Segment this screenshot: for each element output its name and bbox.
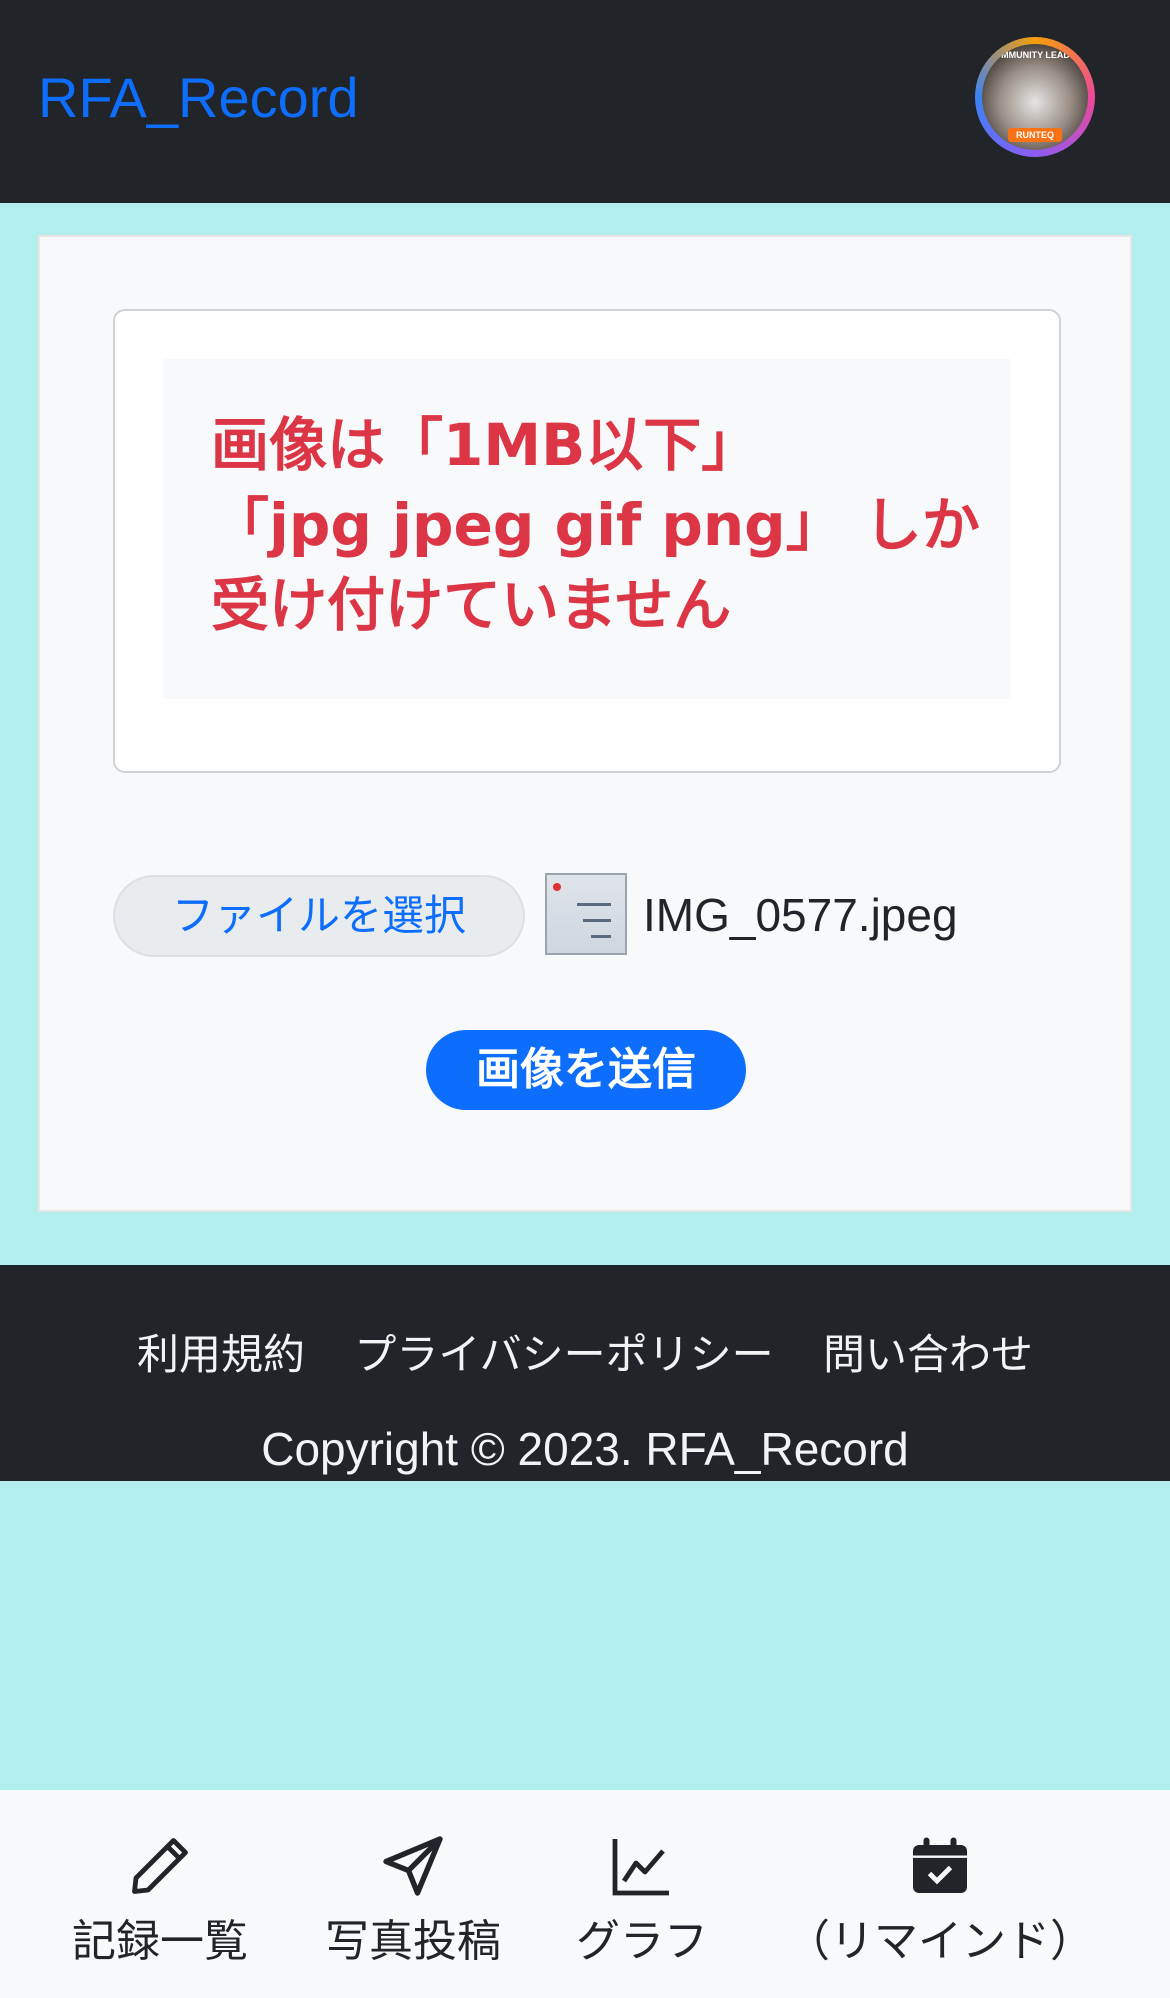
thumbnail-dot — [553, 883, 561, 891]
calendar-check-icon — [913, 1837, 967, 1893]
selected-image-thumbnail — [545, 873, 627, 955]
copyright-text: Copyright © 2023. RFA_Record — [261, 1423, 909, 1475]
notice-message: 画像は「1MB以下」 「jpg jpeg gif png」 しか 受け付けていま… — [163, 359, 1011, 699]
nav-label-photo-post: 写真投稿 — [325, 1916, 501, 1967]
file-input-row: ファイルを選択 IMG_0577.jpeg — [113, 873, 1073, 957]
send-icon — [383, 1836, 443, 1896]
upload-card: 画像は「1MB以下」 「jpg jpeg gif png」 しか 受け付けていま… — [38, 235, 1132, 1212]
choose-file-button[interactable]: ファイルを選択 — [113, 875, 525, 957]
submit-image-button[interactable]: 画像を送信 — [426, 1030, 746, 1110]
thumbnail-line — [583, 919, 611, 922]
nav-label-remind: （リマインド） — [786, 1916, 1094, 1967]
contact-link[interactable]: 問い合わせ — [823, 1330, 1033, 1379]
pencil-icon — [132, 1838, 188, 1894]
notice-line-3: 受け付けていません — [211, 571, 732, 639]
top-navbar: RFA_Record COMMUNITY LEADER RUNTEQ — [0, 0, 1170, 203]
nav-item-graph[interactable]: グラフ — [562, 1790, 722, 1998]
bottom-nav: 記録一覧 写真投稿 グラフ （リマインド） — [0, 1790, 1170, 1998]
notice-line-1: 画像は「1MB以下」 — [211, 411, 760, 479]
avatar-badge: RUNTEQ — [1008, 128, 1062, 142]
terms-link[interactable]: 利用規約 — [137, 1330, 305, 1379]
selected-file-name: IMG_0577.jpeg — [643, 889, 958, 941]
avatar-ring-text: COMMUNITY LEADER — [987, 50, 1083, 60]
notice-line-2: 「jpg jpeg gif png」 しか — [211, 491, 980, 559]
notice-box: 画像は「1MB以下」 「jpg jpeg gif png」 しか 受け付けていま… — [113, 309, 1061, 773]
avatar-image: COMMUNITY LEADER RUNTEQ — [982, 44, 1088, 150]
nav-label-records: 記録一覧 — [72, 1916, 248, 1967]
brand-link[interactable]: RFA_Record — [38, 62, 359, 134]
nav-item-photo-post[interactable]: 写真投稿 — [313, 1790, 513, 1998]
footer-links: 利用規約 プライバシーポリシー 問い合わせ — [0, 1323, 1170, 1387]
thumbnail-line — [591, 935, 611, 938]
nav-item-remind[interactable]: （リマインド） — [785, 1790, 1095, 1998]
privacy-policy-link[interactable]: プライバシーポリシー — [354, 1330, 773, 1379]
user-avatar[interactable]: COMMUNITY LEADER RUNTEQ — [975, 37, 1095, 157]
nav-item-records[interactable]: 記録一覧 — [60, 1790, 260, 1998]
footer: 利用規約 プライバシーポリシー 問い合わせ Copyright © 2023. … — [0, 1265, 1170, 1481]
chart-line-icon — [612, 1839, 669, 1896]
nav-label-graph: グラフ — [576, 1916, 708, 1967]
thumbnail-line — [577, 903, 611, 906]
